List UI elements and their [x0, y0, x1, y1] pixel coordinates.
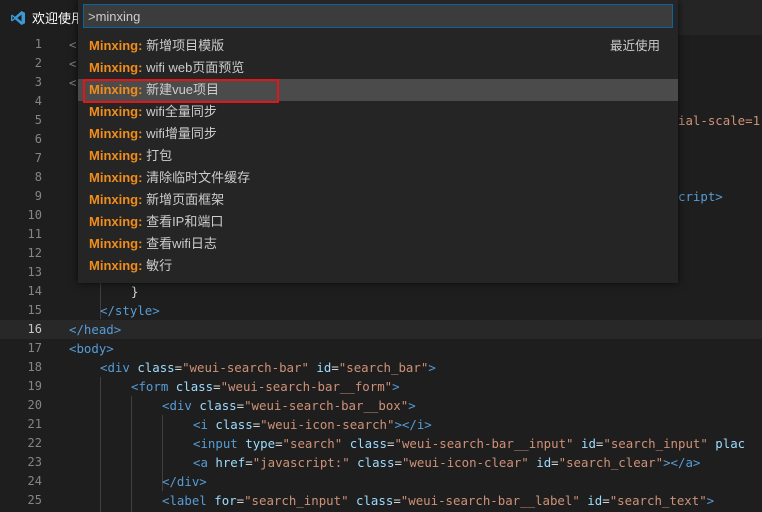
command-item[interactable]: Minxing: wifi web页面预览	[78, 57, 678, 79]
line-number: 2	[34, 56, 42, 70]
code-text: <form class="weui-search-bar__form">	[131, 379, 400, 394]
code-text: }	[131, 284, 139, 299]
line-number: 7	[34, 151, 42, 165]
line-number: 4	[34, 94, 42, 108]
code-text: <label for="search_input" class="weui-se…	[162, 493, 715, 508]
line-number: 1	[34, 37, 42, 51]
command-item-selected[interactable]: Minxing: 新建vue项目	[78, 79, 678, 103]
line-number: 22	[27, 436, 42, 450]
line-number: 11	[27, 227, 42, 241]
command-item[interactable]: Minxing: 查看IP和端口	[78, 211, 678, 233]
line-number: 14	[27, 284, 42, 298]
code-line: 18 <div class="weui-search-bar" id="sear…	[0, 358, 762, 377]
line-number: 21	[27, 417, 42, 431]
line-number: 19	[27, 379, 42, 393]
line-number: 9	[34, 189, 42, 203]
command-item[interactable]: Minxing: 清除临时文件缓存	[78, 167, 678, 189]
line-number: 20	[27, 398, 42, 412]
line-number: 17	[27, 341, 42, 355]
code-line: 22 <input type="search" class="weui-sear…	[0, 434, 762, 453]
command-palette: Minxing: 新增项目模版最近使用 Minxing: wifi web页面预…	[78, 0, 678, 283]
code-text: </head>	[69, 322, 122, 337]
line-number: 5	[34, 113, 42, 127]
code-line: 14}	[0, 282, 762, 301]
code-text: </div>	[162, 474, 207, 489]
line-number: 13	[27, 265, 42, 279]
code-line: 25 <label for="search_input" class="weui…	[0, 491, 762, 510]
code-text: <	[69, 56, 77, 71]
code-line: 20 <div class="weui-search-bar__box">	[0, 396, 762, 415]
command-item[interactable]: Minxing: wifi增量同步	[78, 123, 678, 145]
code-line-current: 16 </head>	[0, 320, 762, 339]
highlight-box	[83, 79, 279, 103]
line-number: 15	[27, 303, 42, 317]
line-number: 3	[34, 75, 42, 89]
code-text: <	[69, 37, 77, 52]
code-line: 24 </div>	[0, 472, 762, 491]
vscode-logo-icon	[11, 10, 25, 25]
command-item[interactable]: Minxing: 新增项目模版 最近使用	[78, 35, 678, 57]
command-item[interactable]: Minxing: 敏行	[78, 255, 678, 277]
command-palette-input[interactable]	[83, 4, 673, 28]
code-text: <body>	[69, 341, 114, 356]
command-item[interactable]: Minxing: wifi全量同步	[78, 101, 678, 123]
line-number: 25	[27, 493, 42, 507]
line-number: 10	[27, 208, 42, 222]
code-text: <input type="search" class="weui-search-…	[193, 436, 746, 451]
recently-used-label: 最近使用	[609, 39, 660, 53]
line-number: 8	[34, 170, 42, 184]
line-number: 23	[27, 455, 42, 469]
command-list: Minxing: 新增项目模版 最近使用 Minxing: wifi web页面预…	[78, 35, 678, 277]
tab-label: 欢迎使用	[32, 11, 85, 26]
command-item[interactable]: Minxing: 打包	[78, 145, 678, 167]
code-text: <a href="javascript:" class="weui-icon-c…	[193, 455, 701, 470]
code-line: 23 <a href="javascript:" class="weui-ico…	[0, 453, 762, 472]
code-text: <i class="weui-icon-search"></i>	[193, 417, 432, 432]
command-item[interactable]: Minxing: 查看wifi日志	[78, 233, 678, 255]
line-number: 24	[27, 474, 42, 488]
code-text: </style>	[100, 303, 160, 318]
line-number: 12	[27, 246, 42, 260]
line-number: 16	[27, 322, 42, 336]
command-item[interactable]: Minxing: 新增页面框架	[78, 189, 678, 211]
code-text: ial-scale=1	[678, 113, 761, 128]
code-text: cript>	[678, 189, 723, 204]
code-line: 21 <i class="weui-icon-search"></i>	[0, 415, 762, 434]
code-line: 15 </style>	[0, 301, 762, 320]
line-number: 6	[34, 132, 42, 146]
line-number: 18	[27, 360, 42, 374]
code-text: <	[69, 75, 77, 90]
code-line: 19 <form class="weui-search-bar__form">	[0, 377, 762, 396]
code-line: 17 <body>	[0, 339, 762, 358]
code-text: <div class="weui-search-bar" id="search_…	[100, 360, 436, 375]
code-text: <div class="weui-search-bar__box">	[162, 398, 416, 413]
